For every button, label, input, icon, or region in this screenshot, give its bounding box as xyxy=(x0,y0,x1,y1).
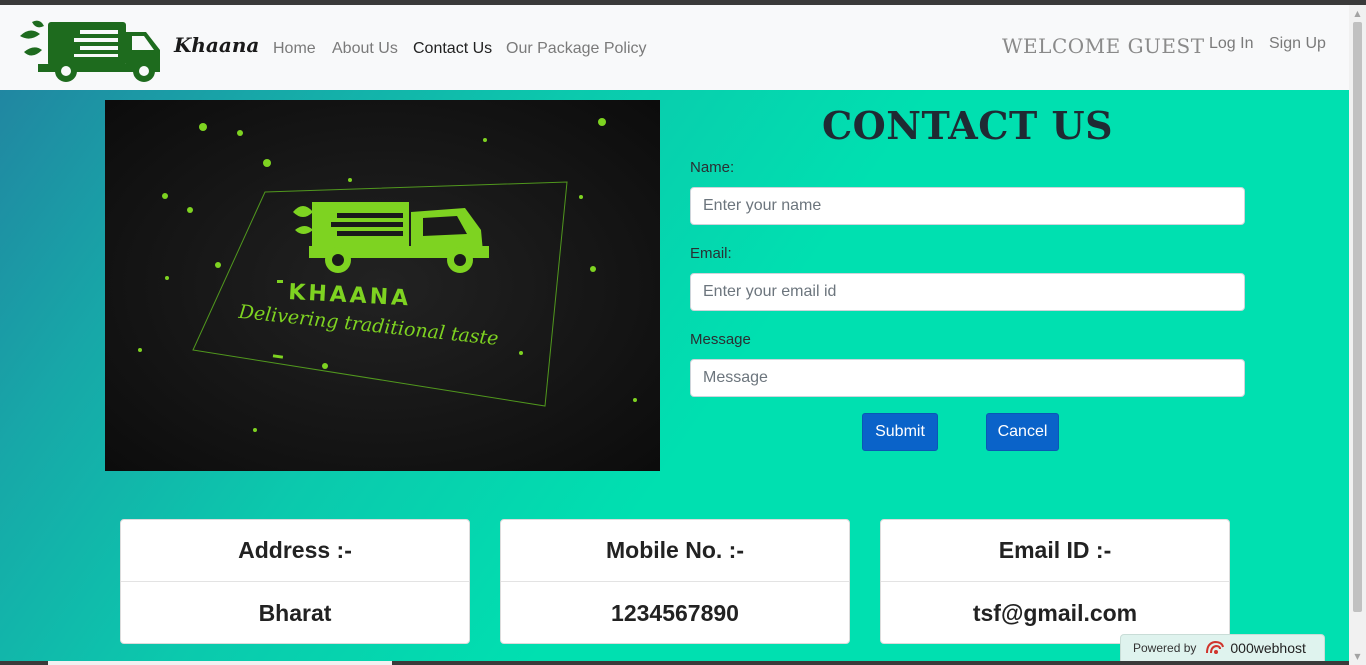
welcome-guest-text: WELCOME GUEST xyxy=(1002,34,1205,58)
contact-title: CONTACT US xyxy=(821,103,1114,148)
powered-by-label: Powered by xyxy=(1133,641,1197,655)
brand-name[interactable]: Khaana xyxy=(174,33,259,57)
cancel-button[interactable]: Cancel xyxy=(986,413,1059,451)
email-input[interactable] xyxy=(690,273,1245,311)
name-label: Name: xyxy=(690,159,735,176)
bottom-strip-segment xyxy=(48,661,392,665)
address-card-value: Bharat xyxy=(258,599,332,626)
email-card-title: Email ID :- xyxy=(881,520,1229,582)
mobile-card-value: 1234567890 xyxy=(611,599,739,626)
submit-button[interactable]: Submit xyxy=(862,413,938,451)
message-input[interactable] xyxy=(690,359,1245,397)
message-label: Message xyxy=(690,331,751,348)
powered-by-badge[interactable]: Powered by 000webhost xyxy=(1120,634,1325,662)
nav-about-us[interactable]: About Us xyxy=(332,40,398,58)
email-card: Email ID :- tsf@gmail.com xyxy=(880,519,1230,644)
000webhost-label: 000webhost xyxy=(1230,640,1306,656)
address-card-title: Address :- xyxy=(121,520,469,582)
login-link[interactable]: Log In xyxy=(1209,35,1253,53)
scroll-down-icon[interactable]: ▼ xyxy=(1349,648,1366,665)
nav-contact-us[interactable]: Contact Us xyxy=(413,40,492,58)
signup-link[interactable]: Sign Up xyxy=(1269,35,1326,53)
nav-package-policy[interactable]: Our Package Policy xyxy=(506,40,647,58)
navbar: Khaana Home About Us Contact Us Our Pack… xyxy=(0,5,1349,90)
address-card: Address :- Bharat xyxy=(120,519,470,644)
page-viewport: Khaana Home About Us Contact Us Our Pack… xyxy=(0,5,1349,665)
scroll-thumb[interactable] xyxy=(1353,22,1362,612)
000webhost-logo-icon xyxy=(1204,639,1226,657)
scroll-up-icon[interactable]: ▲ xyxy=(1349,5,1366,22)
mobile-card-title: Mobile No. :- xyxy=(501,520,849,582)
bottom-strip xyxy=(0,661,1349,665)
vertical-scrollbar[interactable]: ▲ ▼ xyxy=(1349,5,1366,665)
name-input[interactable] xyxy=(690,187,1245,225)
mobile-card: Mobile No. :- 1234567890 xyxy=(500,519,850,644)
khaana-hero-image: KHAANA Delivering traditional taste xyxy=(105,100,660,471)
email-label: Email: xyxy=(690,245,732,262)
delivery-truck-icon[interactable] xyxy=(18,18,164,82)
nav-home[interactable]: Home xyxy=(273,40,316,58)
